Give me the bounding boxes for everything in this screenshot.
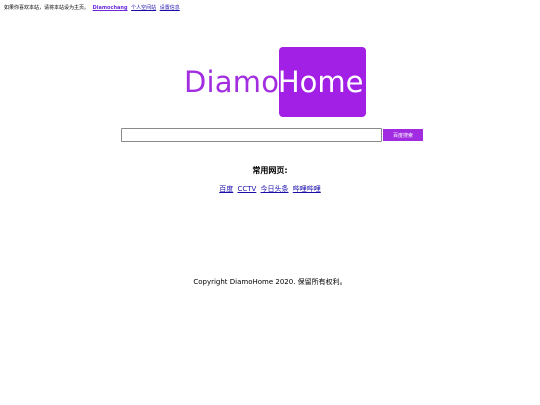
baidu-search-button[interactable]: 百度搜索	[383, 129, 423, 141]
link-bilibili[interactable]: 哔哩哔哩	[293, 185, 321, 193]
settings-info-link[interactable]: 设置信息	[160, 5, 180, 11]
link-cctv[interactable]: CCTV	[237, 185, 256, 193]
search-bar: 百度搜索	[121, 128, 423, 142]
link-baidu[interactable]: 百度	[219, 185, 233, 193]
diamochang-link[interactable]: Diamochang	[93, 5, 128, 11]
common-sites-links: 百度 CCTV 今日头条 哔哩哔哩	[0, 184, 540, 194]
logo-text-home: Home	[278, 47, 367, 117]
site-logo: Diamo Home	[184, 47, 367, 117]
copyright-text: Copyright DiamoHome 2020. 保留所有权利。	[193, 278, 347, 286]
top-notice-bar: 如果你喜欢本站，请将本站设为主页。 Diamochang 个人空间站 设置信息	[4, 4, 180, 12]
logo-text-diamo: Diamo	[184, 65, 280, 99]
personal-site-link[interactable]: 个人空间站	[131, 5, 156, 11]
homepage-notice-text: 如果你喜欢本站，请将本站设为主页。	[4, 5, 90, 11]
common-sites-title: 常用网页:	[252, 166, 288, 175]
search-input[interactable]	[121, 128, 382, 142]
link-toutiao[interactable]: 今日头条	[261, 185, 289, 193]
